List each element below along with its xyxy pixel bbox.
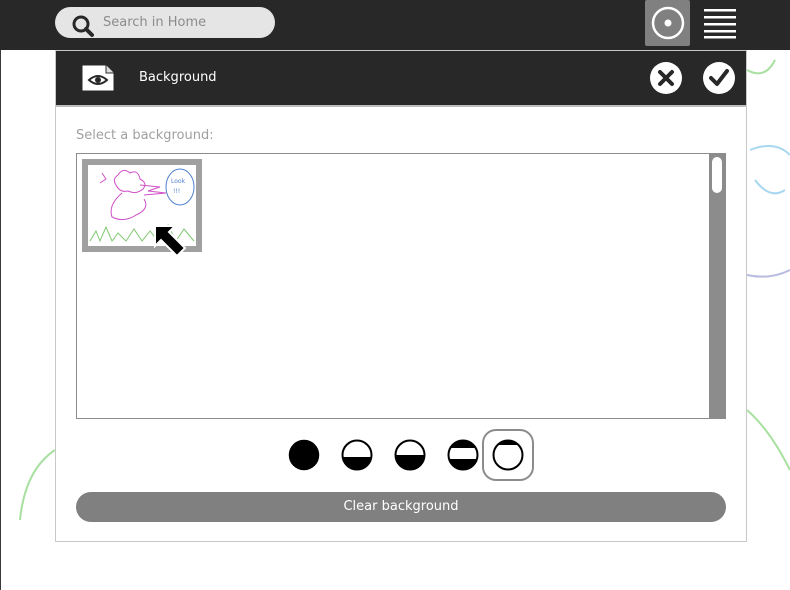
select-background-label: Select a background: [76,128,214,143]
search-input[interactable] [103,7,263,38]
opacity-0-button[interactable] [482,429,534,481]
dialog-title: Background [139,70,217,85]
background-eye-icon [81,64,115,92]
view-radial-icon [651,6,685,40]
accept-icon [703,62,735,94]
opacity-50-button[interactable] [384,429,436,481]
opacity-0-icon [492,439,524,471]
opacity-75-button[interactable] [331,429,383,481]
svg-text:!!!: !!! [173,188,180,195]
view-radial-button[interactable] [645,0,690,46]
cancel-button[interactable] [649,61,683,95]
clear-background-button[interactable]: Clear background [76,492,726,522]
hamburger-menu-icon [704,9,736,39]
opacity-25-icon [447,439,479,471]
search-box[interactable] [55,7,275,38]
opacity-50-icon [394,439,426,471]
toolbar [0,0,790,50]
background-list[interactable]: Look !!! [76,153,726,419]
search-icon [72,15,94,37]
opacity-75-icon [341,439,373,471]
cancel-icon [650,62,682,94]
accept-button[interactable] [702,61,736,95]
svg-text:Look: Look [171,178,186,185]
menu-button[interactable] [700,5,740,41]
dialog-header: Background [56,51,746,107]
opacity-selector [278,429,538,485]
background-dialog: Background Select a background: Look !!!… [55,50,747,542]
opacity-100-icon [288,439,320,471]
opacity-100-button[interactable] [278,429,330,481]
list-scrollbar[interactable] [709,154,725,418]
scrollbar-thumb[interactable] [712,157,722,193]
mouse-pointer-icon [154,225,187,258]
